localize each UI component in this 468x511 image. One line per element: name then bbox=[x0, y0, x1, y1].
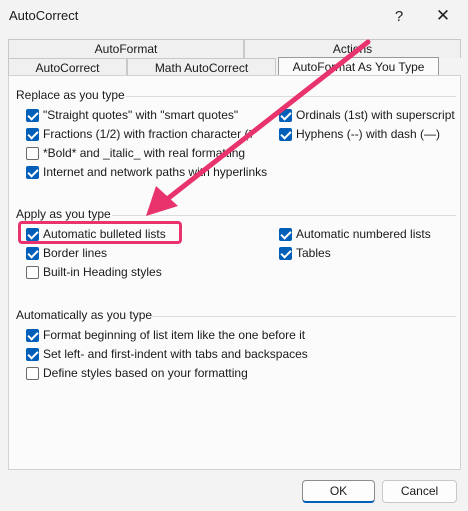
section-title-replace: Replace as you type bbox=[16, 88, 125, 102]
option-label: Ordinals (1st) with superscript bbox=[296, 108, 455, 122]
option-label: Hyphens (--) with dash (—) bbox=[296, 127, 441, 141]
divider bbox=[112, 215, 456, 216]
checkbox[interactable] bbox=[279, 246, 292, 260]
option-label: *Bold* and _italic_ with real formatting bbox=[43, 146, 246, 160]
option-format-list-item[interactable]: Format beginning of list item like the o… bbox=[26, 327, 305, 343]
checkbox[interactable] bbox=[26, 127, 39, 141]
checkbox[interactable] bbox=[26, 265, 39, 279]
checkbox[interactable] bbox=[279, 227, 292, 241]
tab-autoformat[interactable]: AutoFormat bbox=[8, 39, 244, 58]
section-title-apply: Apply as you type bbox=[16, 207, 111, 221]
option-label: Set left- and first-indent with tabs and… bbox=[43, 347, 308, 361]
option-fractions[interactable]: Fractions (1/2) with fraction character … bbox=[26, 126, 252, 142]
checkbox[interactable] bbox=[26, 108, 39, 122]
checkbox[interactable] bbox=[26, 347, 39, 361]
option-label: Built-in Heading styles bbox=[43, 265, 162, 279]
option-label: Automatic numbered lists bbox=[296, 227, 431, 241]
tab-actions[interactable]: Actions bbox=[244, 39, 461, 58]
option-define-styles[interactable]: Define styles based on your formatting bbox=[26, 365, 248, 381]
option-hyphens[interactable]: Hyphens (--) with dash (—) bbox=[279, 126, 440, 142]
ok-button[interactable]: OK bbox=[302, 480, 375, 503]
cancel-button[interactable]: Cancel bbox=[382, 480, 457, 503]
option-smart-quotes[interactable]: "Straight quotes" with "smart quotes" bbox=[26, 107, 238, 123]
option-label: Tables bbox=[296, 246, 331, 260]
highlight-box bbox=[18, 221, 182, 244]
option-ordinals[interactable]: Ordinals (1st) with superscript bbox=[279, 107, 455, 123]
window-title: AutoCorrect bbox=[9, 8, 79, 23]
close-button[interactable]: ✕ bbox=[420, 0, 466, 32]
option-numbered-lists[interactable]: Automatic numbered lists bbox=[279, 226, 431, 242]
option-hyperlinks[interactable]: Internet and network paths with hyperlin… bbox=[26, 164, 267, 180]
option-label: Fractions (1/2) with fraction character … bbox=[43, 127, 252, 141]
option-label: Format beginning of list item like the o… bbox=[43, 328, 306, 342]
option-heading-styles[interactable]: Built-in Heading styles bbox=[26, 264, 162, 280]
option-tables[interactable]: Tables bbox=[279, 245, 331, 261]
checkbox[interactable] bbox=[26, 328, 39, 342]
option-label: Internet and network paths with hyperlin… bbox=[43, 165, 268, 179]
option-label: "Straight quotes" with "smart quotes" bbox=[43, 108, 239, 122]
checkbox[interactable] bbox=[26, 165, 39, 179]
option-border-lines[interactable]: Border lines bbox=[26, 245, 107, 261]
option-label: Border lines bbox=[43, 246, 108, 260]
section-title-automatically: Automatically as you type bbox=[16, 308, 153, 322]
tab-autoformat-as-you-type[interactable]: AutoFormat As You Type bbox=[278, 57, 439, 77]
option-label: Define styles based on your formatting bbox=[43, 366, 248, 380]
title-bar: AutoCorrect ? ✕ bbox=[0, 0, 468, 32]
divider bbox=[126, 96, 456, 97]
checkbox[interactable] bbox=[279, 108, 292, 122]
checkbox[interactable] bbox=[279, 127, 292, 141]
option-indent-tabs[interactable]: Set left- and first-indent with tabs and… bbox=[26, 346, 308, 362]
help-button[interactable]: ? bbox=[376, 0, 422, 32]
checkbox[interactable] bbox=[26, 246, 39, 260]
checkbox[interactable] bbox=[26, 366, 39, 380]
option-bold-italic[interactable]: *Bold* and _italic_ with real formatting bbox=[26, 145, 245, 161]
divider bbox=[152, 316, 456, 317]
checkbox[interactable] bbox=[26, 146, 39, 160]
